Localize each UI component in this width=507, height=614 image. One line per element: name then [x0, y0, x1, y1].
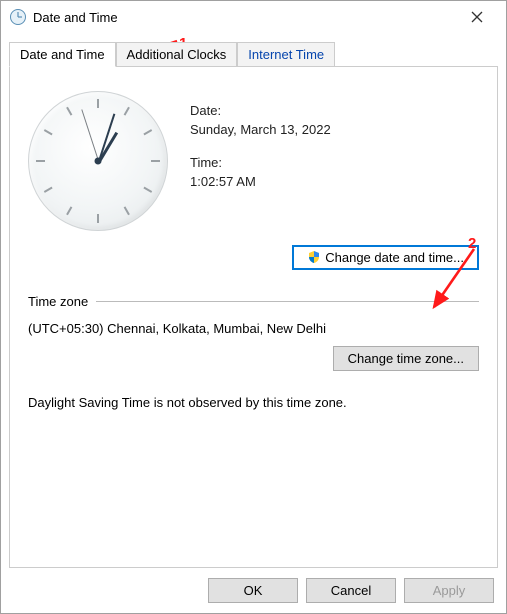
dst-text: Daylight Saving Time is not observed by … — [28, 395, 479, 410]
ok-button[interactable]: OK — [208, 578, 298, 603]
title-bar: Date and Time — [1, 1, 506, 33]
clock-app-icon — [9, 8, 27, 26]
tab-panel: Date: Sunday, March 13, 2022 Time: 1:02:… — [9, 66, 498, 568]
dialog-footer: OK Cancel Apply — [1, 568, 506, 613]
close-icon — [471, 11, 483, 23]
date-value: Sunday, March 13, 2022 — [190, 122, 479, 137]
time-zone-value: (UTC+05:30) Chennai, Kolkata, Mumbai, Ne… — [28, 321, 479, 336]
tab-internet-time[interactable]: Internet Time — [237, 42, 335, 67]
cancel-button[interactable]: Cancel — [306, 578, 396, 603]
time-label: Time: — [190, 155, 479, 170]
tab-date-time[interactable]: Date and Time — [9, 42, 116, 67]
date-time-dialog: Date and Time 1 Date and Time Additional… — [0, 0, 507, 614]
apply-button[interactable]: Apply — [404, 578, 494, 603]
uac-shield-icon — [307, 250, 321, 264]
time-zone-heading: Time zone — [28, 294, 88, 309]
analog-clock — [28, 91, 168, 231]
window-title: Date and Time — [33, 10, 456, 25]
time-value: 1:02:57 AM — [190, 174, 479, 189]
section-divider — [96, 301, 479, 302]
change-date-time-label: Change date and time... — [325, 250, 464, 265]
tab-bar: Date and Time Additional Clocks Internet… — [1, 41, 506, 66]
change-time-zone-button[interactable]: Change time zone... — [333, 346, 479, 371]
tab-additional-clocks[interactable]: Additional Clocks — [116, 42, 238, 67]
change-date-time-button[interactable]: Change date and time... — [292, 245, 479, 270]
date-label: Date: — [190, 103, 479, 118]
close-button[interactable] — [456, 3, 498, 31]
